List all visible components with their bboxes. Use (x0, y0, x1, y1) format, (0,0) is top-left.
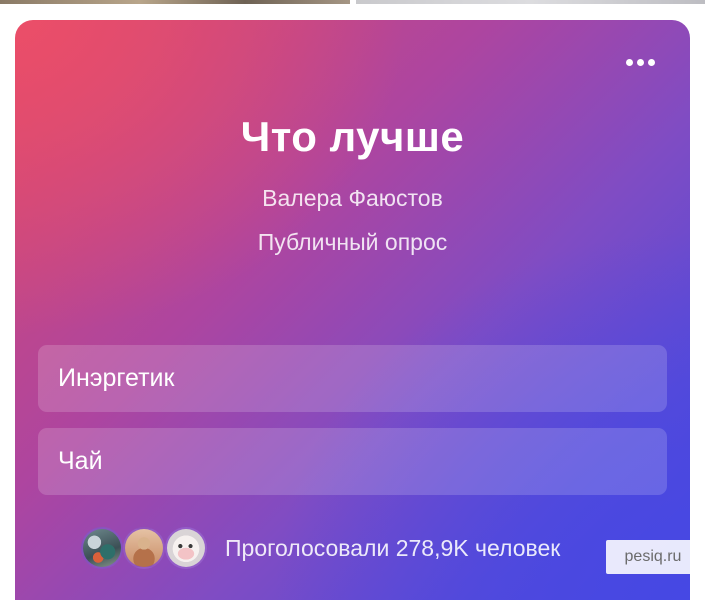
page: Что лучше Валера Фаюстов Публичный опрос… (0, 0, 705, 600)
previous-image-edge (0, 0, 350, 4)
poll-title: Что лучше (240, 113, 465, 160)
poll-option-label: Чай (58, 447, 103, 475)
poll-option[interactable]: Инэргетик (38, 345, 667, 412)
previous-content-strip (0, 0, 705, 4)
voter-avatars (81, 525, 211, 571)
voters-row[interactable]: Проголосовали 278,9K человек (81, 525, 560, 571)
previous-image-edge-right (356, 0, 705, 4)
watermark-text: pesiq.ru (624, 548, 682, 565)
avatar (165, 527, 207, 569)
poll-card: Что лучше Валера Фаюстов Публичный опрос… (15, 20, 690, 600)
more-options-button[interactable] (620, 50, 660, 74)
poll-author[interactable]: Валера Фаюстов (15, 185, 690, 212)
avatar (81, 527, 123, 569)
poll-option-label: Инэргетик (58, 364, 175, 392)
avatar (123, 527, 165, 569)
poll-type: Публичный опрос (257, 229, 448, 255)
watermark: pesiq.ru (606, 540, 700, 574)
votes-count-text: Проголосовали 278,9K человек (225, 534, 561, 561)
poll-option[interactable]: Чай (38, 428, 667, 495)
more-horizontal-icon (625, 58, 633, 66)
